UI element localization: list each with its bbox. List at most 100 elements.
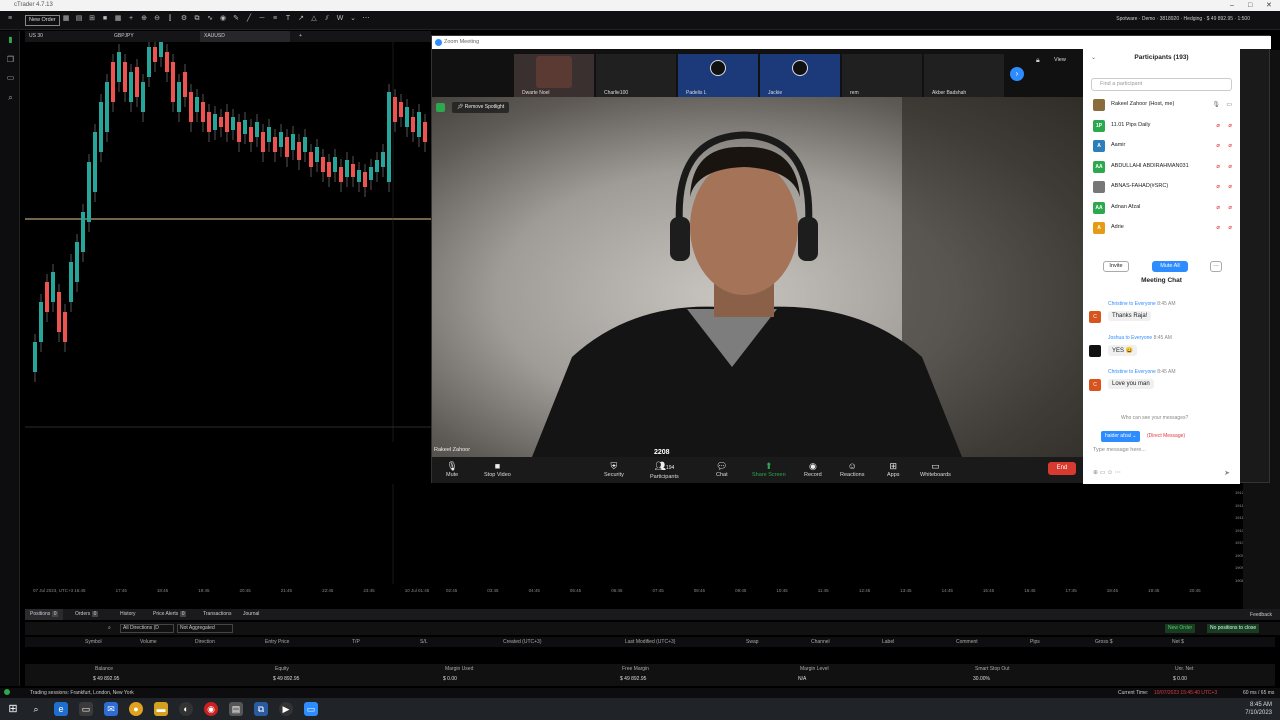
column-header[interactable]: Symbol: [85, 639, 102, 645]
feedback-link[interactable]: Feedback: [1250, 612, 1272, 618]
copy-icon[interactable]: ❐: [6, 55, 15, 64]
video-off-icon[interactable]: ⌀: [1228, 183, 1232, 190]
participant-row[interactable]: 1P 11.01 Pips Daily ⌀ ⌀: [1091, 118, 1234, 136]
share-screen-button[interactable]: ⬆ Share Screen: [752, 460, 786, 478]
single-chart-icon[interactable]: ■: [101, 15, 109, 23]
mic-muted-icon[interactable]: ⌀: [1216, 142, 1220, 149]
mic-muted-icon[interactable]: ⌀: [1216, 224, 1220, 231]
shape-icon[interactable]: △: [310, 15, 318, 23]
close-icon[interactable]: ✕: [1266, 0, 1272, 11]
maximize-icon[interactable]: □: [1248, 0, 1252, 11]
template-icon[interactable]: ⧉: [193, 15, 201, 23]
chart-tab[interactable]: GBPJPY: [110, 31, 200, 42]
video-off-icon[interactable]: ⌀: [1228, 122, 1232, 129]
windows-start-icon[interactable]: ⊞: [6, 702, 20, 716]
column-header[interactable]: Pips: [1030, 639, 1040, 645]
bars-icon[interactable]: ⫿: [166, 15, 174, 23]
new-order-button[interactable]: New Order: [1165, 624, 1196, 633]
bottom-tab[interactable]: Transactions: [198, 609, 236, 620]
aggregation-filter[interactable]: Not Aggregated: [177, 624, 233, 633]
column-header[interactable]: Channel: [811, 639, 830, 645]
trade-icon[interactable]: ▮: [6, 35, 15, 44]
wave-icon[interactable]: W: [336, 15, 344, 23]
channel-icon[interactable]: ⫽: [323, 15, 331, 23]
text-icon[interactable]: T: [284, 15, 292, 23]
add-tab-icon[interactable]: +: [295, 31, 306, 42]
format-icon[interactable]: ⊕ ▭ ☺ ⋯: [1093, 469, 1121, 476]
reactions-button[interactable]: ☺ Reactions: [840, 460, 864, 478]
participant-row[interactable]: A Adrie ⌀ ⌀: [1091, 220, 1234, 238]
stop-video-button[interactable]: ■ Stop Video: [484, 460, 511, 478]
thumbnail[interactable]: Jackie: [760, 54, 840, 98]
app-icon[interactable]: ▶: [279, 702, 293, 716]
bottom-tab[interactable]: Price Alerts 0: [148, 609, 191, 620]
new-order-button[interactable]: New Order: [25, 15, 60, 26]
column-header[interactable]: Label: [882, 639, 894, 645]
bottom-tab[interactable]: Positions 0: [25, 609, 64, 620]
apps-button[interactable]: ⊞ Apps: [887, 460, 900, 478]
close-positions-button[interactable]: No positions to close: [1207, 624, 1260, 633]
chat-message[interactable]: Love you man: [1108, 379, 1154, 389]
end-meeting-button[interactable]: End: [1048, 462, 1076, 475]
next-page-icon[interactable]: ›: [1010, 67, 1024, 81]
edge-icon[interactable]: e: [54, 702, 68, 716]
candlestick-chart-lower[interactable]: [25, 484, 1235, 584]
column-header[interactable]: Direction: [195, 639, 215, 645]
more-icon[interactable]: ⋯: [362, 15, 370, 23]
analyze-icon[interactable]: ▭: [6, 73, 15, 82]
search-icon[interactable]: ⌕: [29, 702, 43, 716]
column-header[interactable]: S/L: [420, 639, 428, 645]
candlestick-chart[interactable]: [25, 42, 431, 442]
direction-filter[interactable]: All Directions (D: [120, 624, 174, 633]
mute-button[interactable]: 🎙︎ Mute: [446, 460, 458, 478]
video-icon[interactable]: ▭: [1226, 101, 1232, 108]
thumbnail[interactable]: Charlie100: [596, 54, 676, 98]
zoom-out-icon[interactable]: ⊖: [153, 15, 161, 23]
microphone-icon[interactable]: 🎙︎: [1212, 101, 1220, 108]
participant-row[interactable]: ABNAS-FAHAD(#SRC) ⌀ ⌀: [1091, 179, 1234, 197]
chat-input[interactable]: Type message here...: [1093, 447, 1233, 453]
mute-all-button[interactable]: Mute All: [1152, 261, 1188, 272]
minimize-icon[interactable]: –: [1230, 0, 1234, 11]
crosshair-icon[interactable]: +: [127, 15, 135, 23]
hline-icon[interactable]: ─: [258, 15, 266, 23]
participant-search-input[interactable]: Find a participant: [1091, 78, 1232, 91]
multi-chart-icon[interactable]: ▤: [75, 15, 83, 23]
mail-icon[interactable]: ✉: [104, 702, 118, 716]
folder-icon[interactable]: ▬: [154, 702, 168, 716]
grid-icon[interactable]: ▦: [114, 15, 122, 23]
zoom-taskbar-icon[interactable]: ▭: [304, 702, 318, 716]
arrow-icon[interactable]: ↗: [297, 15, 305, 23]
column-header[interactable]: Gross $: [1095, 639, 1113, 645]
chat-message[interactable]: Thanks Raja!: [1108, 311, 1152, 321]
view-button[interactable]: View: [1054, 57, 1066, 63]
drawing-icon[interactable]: ✎: [232, 15, 240, 23]
bottom-tab[interactable]: Journal: [238, 609, 264, 620]
who-can-see-link[interactable]: Who can see your messages?: [1121, 415, 1188, 421]
participant-row[interactable]: AA Adnan Afzal ⌀ ⌀: [1091, 200, 1234, 218]
app-icon[interactable]: ⧉: [254, 702, 268, 716]
column-header[interactable]: Created (UTC+3): [503, 639, 541, 645]
remove-spotlight-button[interactable]: 📌︎ Remove Spotlight: [452, 102, 510, 113]
column-header[interactable]: Last Modified (UTC+3): [625, 639, 675, 645]
chart-mode-icon[interactable]: ▦: [62, 15, 70, 23]
participant-row[interactable]: AA ABDULLAHI ABDIRAHMAN031 ⌀ ⌀: [1091, 159, 1234, 177]
column-header[interactable]: Comment: [956, 639, 978, 645]
explorer-icon[interactable]: ▭: [79, 702, 93, 716]
fib-icon[interactable]: ≡: [271, 15, 279, 23]
video-off-icon[interactable]: ⌀: [1228, 204, 1232, 211]
video-off-icon[interactable]: ⌀: [1228, 142, 1232, 149]
more-options-button[interactable]: ···: [1210, 261, 1222, 272]
thumbnail[interactable]: Dwarte Noel: [514, 54, 594, 98]
security-button[interactable]: ⛨ Security: [604, 460, 624, 478]
recipient-dropdown[interactable]: haider afzal ⌄: [1101, 431, 1141, 442]
participant-row[interactable]: A Aamir ⌀ ⌀: [1091, 138, 1234, 156]
column-header[interactable]: Net $: [1172, 639, 1184, 645]
chrome-icon[interactable]: ●: [129, 702, 143, 716]
menu-icon[interactable]: ≡: [6, 15, 14, 23]
mic-muted-icon[interactable]: ⌀: [1216, 204, 1220, 211]
column-header[interactable]: T/P: [352, 639, 360, 645]
line-icon[interactable]: ╱: [245, 15, 253, 23]
zoom-in-icon[interactable]: ⊕: [140, 15, 148, 23]
app-icon[interactable]: ▤: [229, 702, 243, 716]
